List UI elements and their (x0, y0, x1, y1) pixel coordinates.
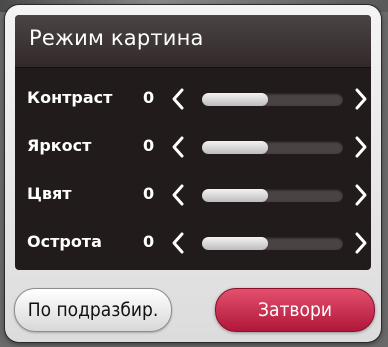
slider-fill (202, 141, 269, 154)
setting-row-sharpness: Острота 0 (15, 223, 371, 263)
slider-fill (202, 189, 269, 202)
slider-fill (202, 93, 269, 106)
default-button[interactable]: По подразбир. (14, 288, 172, 332)
setting-value: 0 (143, 232, 155, 251)
slider-track[interactable] (202, 141, 343, 154)
slider-fill (202, 237, 269, 250)
settings-panel: Режим картина Контраст 0 Яркост 0 Цвят 0… (15, 15, 371, 270)
setting-value: 0 (143, 88, 155, 107)
chevron-right-icon[interactable] (351, 230, 371, 256)
close-button[interactable]: Затвори (215, 288, 375, 332)
setting-row-contrast: Контраст 0 (15, 79, 371, 119)
slider-track[interactable] (202, 237, 343, 250)
setting-value: 0 (143, 136, 155, 155)
slider-track[interactable] (202, 189, 343, 202)
chevron-right-icon[interactable] (351, 86, 371, 112)
title-bar: Режим картина (15, 15, 371, 68)
chevron-left-icon[interactable] (168, 230, 188, 256)
dialog-title: Режим картина (29, 26, 204, 50)
setting-label: Цвят (27, 184, 72, 203)
chevron-right-icon[interactable] (351, 134, 371, 160)
chevron-right-icon[interactable] (351, 182, 371, 208)
setting-row-color: Цвят 0 (15, 175, 371, 215)
chevron-left-icon[interactable] (168, 86, 188, 112)
picture-mode-dialog: Режим картина Контраст 0 Яркост 0 Цвят 0… (5, 5, 381, 342)
chevron-left-icon[interactable] (168, 134, 188, 160)
setting-label: Контраст (27, 88, 113, 107)
chevron-left-icon[interactable] (168, 182, 188, 208)
slider-track[interactable] (202, 93, 343, 106)
setting-value: 0 (143, 184, 155, 203)
setting-label: Яркост (27, 136, 92, 155)
setting-row-brightness: Яркост 0 (15, 127, 371, 167)
setting-label: Острота (27, 232, 102, 251)
